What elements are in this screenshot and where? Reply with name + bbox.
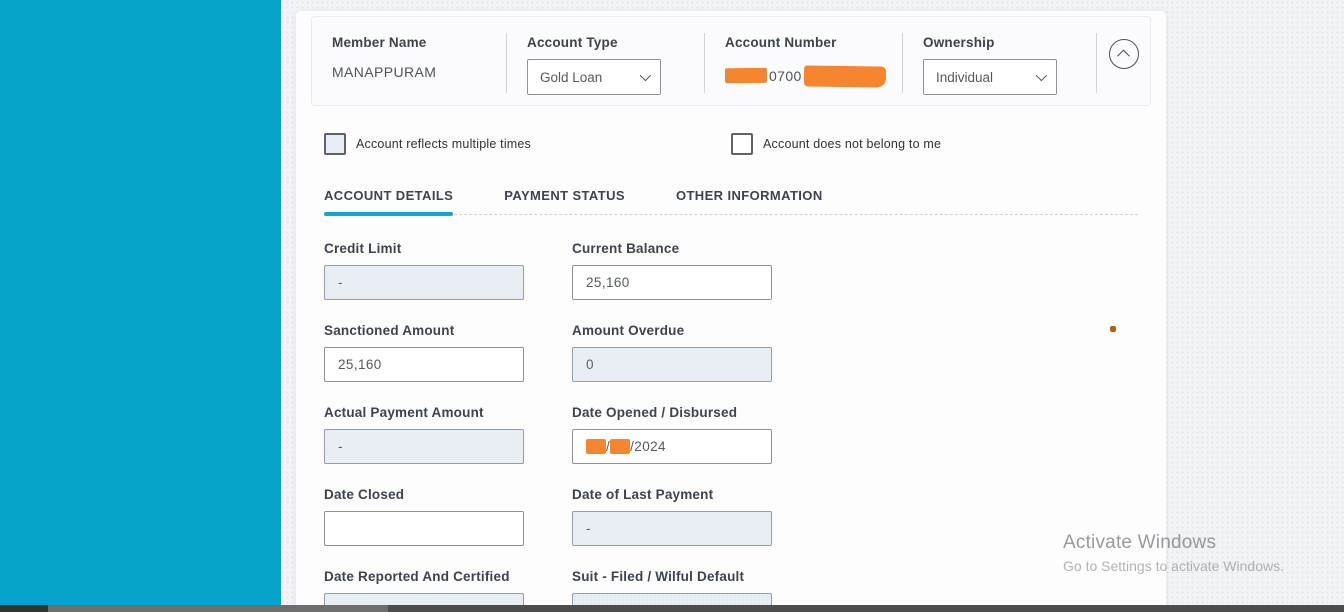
date-of-last-payment-input: -	[572, 511, 772, 546]
actual-payment-amount-field: Actual Payment Amount -	[324, 405, 572, 464]
amount-overdue-field: Amount Overdue 0	[572, 323, 820, 382]
account-type-label: Account Type	[527, 35, 688, 50]
account-number-visible-digits: 0700	[769, 68, 802, 84]
account-does-not-belong-checkbox[interactable]	[731, 133, 753, 155]
stray-annotation-dot	[1110, 326, 1116, 332]
account-type-column: Account Type Gold Loan	[507, 31, 704, 95]
date-of-last-payment-label: Date of Last Payment	[572, 487, 820, 502]
checkbox-label: Account reflects multiple times	[356, 137, 531, 151]
ownership-select[interactable]: Individual	[923, 59, 1057, 95]
account-number-column: Account Number 0700	[705, 31, 902, 95]
form-row: Sanctioned Amount 25,160 Amount Overdue …	[324, 323, 1138, 382]
date-of-last-payment-field: Date of Last Payment -	[572, 487, 820, 546]
account-details-form: Credit Limit - Current Balance 25,160 Sa…	[324, 241, 1138, 612]
credit-limit-field: Credit Limit -	[324, 241, 572, 300]
horizontal-scrollbar	[0, 605, 1344, 612]
actual-payment-amount-input: -	[324, 429, 524, 464]
scrollbar-thumb[interactable]	[48, 605, 388, 612]
chevron-down-icon	[640, 70, 651, 81]
sanctioned-amount-input[interactable]: 25,160	[324, 347, 524, 382]
tab-account-details[interactable]: ACCOUNT DETAILS	[324, 188, 453, 214]
dispute-checkbox-row: Account reflects multiple times Account …	[324, 132, 1138, 156]
checkbox-group-not-belong: Account does not belong to me	[731, 133, 941, 155]
account-number-value: 0700	[725, 64, 886, 87]
tab-payment-status[interactable]: PAYMENT STATUS	[504, 188, 625, 214]
detail-tabs: ACCOUNT DETAILS PAYMENT STATUS OTHER INF…	[324, 188, 1138, 215]
date-opened-field: Date Opened / Disbursed //2024	[572, 405, 820, 464]
chevron-up-icon	[1117, 49, 1130, 62]
collapse-zone	[1097, 31, 1150, 95]
suit-filed-label: Suit - Filed / Wilful Default	[572, 569, 820, 584]
date-opened-visible-year: /2024	[630, 439, 666, 454]
account-detail-card: Member Name MANAPPURAM Account Type Gold…	[295, 10, 1167, 612]
redaction-blob	[586, 439, 606, 454]
account-summary-header: Member Name MANAPPURAM Account Type Gold…	[311, 16, 1151, 106]
date-opened-label: Date Opened / Disbursed	[572, 405, 820, 420]
current-balance-field: Current Balance 25,160	[572, 241, 820, 300]
redaction-blob	[610, 439, 630, 454]
chevron-down-icon	[1036, 70, 1047, 81]
scrollbar-left-cap	[0, 605, 48, 612]
member-name-label: Member Name	[332, 35, 490, 50]
form-row: Credit Limit - Current Balance 25,160	[324, 241, 1138, 300]
account-reflects-multiple-times-checkbox[interactable]	[324, 133, 346, 155]
member-name-value: MANAPPURAM	[332, 64, 490, 80]
date-opened-input[interactable]: //2024	[572, 429, 772, 464]
ownership-label: Ownership	[923, 35, 1080, 50]
collapse-section-button[interactable]	[1109, 39, 1139, 69]
checkbox-label: Account does not belong to me	[763, 137, 941, 151]
credit-limit-input: -	[324, 265, 524, 300]
date-reported-label: Date Reported And Certified	[324, 569, 572, 584]
actual-payment-amount-label: Actual Payment Amount	[324, 405, 572, 420]
account-number-label: Account Number	[725, 35, 886, 50]
current-balance-label: Current Balance	[572, 241, 820, 256]
amount-overdue-input: 0	[572, 347, 772, 382]
redaction-blob	[804, 65, 887, 87]
form-row: Date Closed Date of Last Payment -	[324, 487, 1138, 546]
left-sidebar	[0, 0, 281, 605]
member-name-column: Member Name MANAPPURAM	[312, 31, 506, 95]
sanctioned-amount-label: Sanctioned Amount	[324, 323, 572, 338]
sanctioned-amount-field: Sanctioned Amount 25,160	[324, 323, 572, 382]
form-row: Actual Payment Amount - Date Opened / Di…	[324, 405, 1138, 464]
tab-other-information[interactable]: OTHER INFORMATION	[676, 188, 823, 214]
date-closed-field: Date Closed	[324, 487, 572, 546]
ownership-selected-value: Individual	[936, 70, 993, 85]
current-balance-input[interactable]: 25,160	[572, 265, 772, 300]
redaction-blob	[725, 68, 767, 83]
credit-limit-label: Credit Limit	[324, 241, 572, 256]
amount-overdue-label: Amount Overdue	[572, 323, 820, 338]
ownership-column: Ownership Individual	[903, 31, 1096, 95]
account-type-select[interactable]: Gold Loan	[527, 59, 661, 95]
checkbox-group-multiple-times: Account reflects multiple times	[324, 133, 531, 155]
account-type-selected-value: Gold Loan	[540, 70, 602, 85]
date-closed-input[interactable]	[324, 511, 524, 546]
date-closed-label: Date Closed	[324, 487, 572, 502]
